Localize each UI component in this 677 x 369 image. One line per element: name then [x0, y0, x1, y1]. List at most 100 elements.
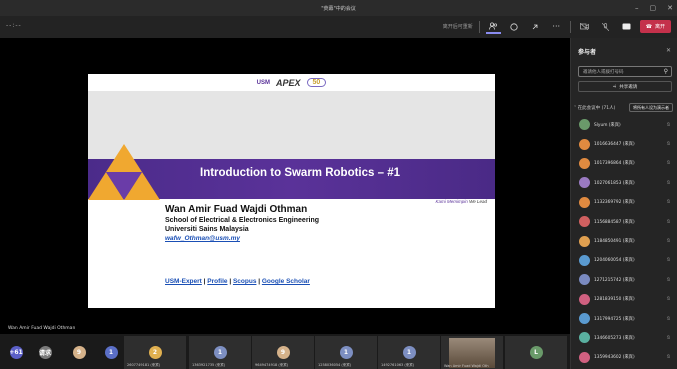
search-icon: ⚲: [663, 68, 668, 75]
author-email[interactable]: wafw_Othman@usm.my: [165, 235, 240, 242]
author-links: USM-Expert | Profile | Scopus | Google S…: [165, 278, 310, 285]
participant-list-item[interactable]: 1017396864 (来宾) ⍉: [571, 154, 677, 173]
mic-off-icon: ⍉: [666, 315, 670, 322]
participant-tile[interactable]: Wan Amir Fuad Wajdi Oth: [441, 336, 503, 369]
in-meeting-header[interactable]: ˅ 在此会议中 (71人): [574, 105, 615, 111]
avatar: [579, 138, 590, 150]
participant-list: Slyum (来宾) ⍉ 1016636447 (来宾) ⍉ 1017396864 (来…: [571, 115, 677, 369]
participant-tile[interactable]: 1: [96, 336, 126, 369]
participant-list-item[interactable]: 1132369792 (来宾) ⍉: [571, 193, 677, 212]
participant-name: 1204060054 (来宾): [594, 258, 635, 264]
mic-off-icon: ⍉: [666, 179, 670, 186]
participant-tile-name: 1492761063 (来宾): [381, 363, 415, 367]
participant-name: 1027061853 (来宾): [594, 180, 635, 186]
participant-list-item[interactable]: 1156884587 (来宾) ⍉: [571, 212, 677, 231]
apex-logo: APEX: [276, 77, 301, 88]
shared-content-stage: USM APEX 50 Introduction to Swarm Roboti…: [0, 38, 570, 334]
participant-name: 1184850491 (来宾): [594, 239, 635, 245]
make-all-presenters-button[interactable]: 将所有人设为演示者: [629, 103, 673, 112]
avatar: [579, 332, 590, 344]
more-icon[interactable]: ···: [549, 19, 564, 34]
phone-hangup-icon: ☎: [645, 23, 652, 30]
author-university: Universiti Sains Malaysia: [165, 226, 249, 233]
participant-list-item[interactable]: Slyum (来宾) ⍉: [571, 115, 677, 134]
mic-off-icon: ⍉: [666, 296, 670, 303]
participant-list-item[interactable]: 1281839150 (来宾) ⍉: [571, 290, 677, 309]
participant-tile-name: 9649474918 (来宾): [255, 363, 289, 367]
avatar: [579, 119, 590, 131]
avatar: 1: [339, 346, 353, 359]
close-icon[interactable]: ✕: [667, 4, 673, 12]
scopus-link[interactable]: Scopus: [233, 278, 256, 285]
participant-tile[interactable]: 1 1258036054 (来宾): [315, 336, 377, 369]
participant-tile[interactable]: 1 1492761063 (来宾): [378, 336, 440, 369]
close-icon[interactable]: ✕: [666, 47, 671, 54]
toolbar-controls: 离开后可重新 ··· ☎ 离开: [443, 19, 671, 34]
participant-tile[interactable]: L: [505, 336, 567, 369]
teams-meeting-window: "荧幕"中的会议 – ▢ ✕ --:-- 离开后可重新 ··· ☎ 离开 USM…: [0, 0, 677, 369]
mic-off-icon: ⍉: [666, 354, 670, 361]
share-icon: ⩤: [612, 84, 617, 90]
avatar: [579, 351, 590, 363]
mic-off-icon: ⍉: [666, 238, 670, 245]
participant-list-item[interactable]: 1027061853 (来宾) ⍉: [571, 173, 677, 192]
participant-name: 1016636447 (来宾): [594, 142, 635, 148]
participant-tile[interactable]: 1 1363921735 (来宾): [189, 336, 251, 369]
mic-off-icon: ⍉: [666, 218, 670, 225]
reactions-icon[interactable]: [528, 19, 543, 34]
participant-tile[interactable]: 9: [64, 336, 94, 369]
window-title: "荧幕"中的会议: [321, 5, 356, 12]
mic-off-icon: ⍉: [666, 199, 670, 206]
participant-list-item[interactable]: 1346605273 (来宾) ⍉: [571, 328, 677, 347]
usm-expert-link[interactable]: USM-Expert: [165, 278, 202, 285]
chat-icon[interactable]: [507, 19, 522, 34]
google-scholar-link[interactable]: Google Scholar: [262, 278, 310, 285]
avatar: [579, 313, 590, 325]
leave-button[interactable]: ☎ 离开: [639, 20, 671, 33]
participant-name: 1317994725 (来宾): [594, 316, 635, 322]
avatar: [579, 177, 590, 189]
participant-name: 1156884587 (来宾): [594, 219, 635, 225]
mic-off-icon: ⍉: [666, 334, 670, 341]
participant-name: 1271215742 (来宾): [594, 277, 635, 283]
participant-list-item[interactable]: 1184850491 (来宾) ⍉: [571, 231, 677, 250]
mic-off-icon[interactable]: [598, 19, 613, 34]
avatar: [579, 254, 590, 266]
participant-tile-name: 1258036054 (来宾): [318, 363, 352, 367]
divider: [569, 20, 571, 33]
participant-list-item[interactable]: 1204060054 (来宾) ⍉: [571, 251, 677, 270]
minimize-icon[interactable]: –: [635, 4, 639, 12]
share-invite-button[interactable]: ⩤ 共享邀请: [578, 81, 672, 92]
participant-tile[interactable]: 2 2607749181 (来宾): [124, 336, 186, 369]
invite-search-input[interactable]: 邀请他人或拨打号码 ⚲: [578, 66, 672, 77]
maximize-icon[interactable]: ▢: [650, 4, 657, 12]
divider: [478, 20, 480, 33]
participant-name: Slyum (来宾): [594, 122, 621, 128]
avatar: 2: [148, 346, 162, 359]
participant-list-item[interactable]: 1016636447 (来宾) ⍉: [571, 134, 677, 153]
participant-tile[interactable]: 9 9649474918 (来宾): [252, 336, 314, 369]
participant-tile-name: Wan Amir Fuad Wajdi Oth: [444, 364, 489, 368]
participant-tile[interactable]: +61: [6, 336, 26, 369]
video-feed: [449, 337, 495, 368]
participant-tile-name: 2607749181 (来宾): [127, 363, 161, 367]
anniversary-logo: 50: [306, 78, 327, 87]
slide-logo-bar: USM APEX 50: [88, 74, 495, 91]
avatar: 1: [213, 346, 227, 359]
participant-list-item[interactable]: 1317994725 (来宾) ⍉: [571, 309, 677, 328]
participant-name: 1017396864 (来宾): [594, 161, 635, 167]
people-icon[interactable]: [485, 19, 501, 34]
camera-off-icon[interactable]: [577, 19, 592, 34]
participant-name: 1359943602 (来宾): [594, 355, 635, 361]
avatar: L: [529, 346, 543, 359]
participant-list-item[interactable]: 1271215742 (来宾) ⍉: [571, 270, 677, 289]
participant-name: 1132369792 (来宾): [594, 200, 635, 206]
participant-tile[interactable]: 请求: [30, 336, 60, 369]
mic-off-icon: ⍉: [666, 276, 670, 283]
profile-link[interactable]: Profile: [207, 278, 227, 285]
avatar: 1: [402, 346, 416, 359]
mic-off-icon: ⍉: [666, 160, 670, 167]
participant-list-item[interactable]: 1359943602 (来宾) ⍉: [571, 348, 677, 367]
share-icon[interactable]: [619, 19, 634, 34]
slide-title: Introduction to Swarm Robotics – #1: [200, 167, 400, 179]
